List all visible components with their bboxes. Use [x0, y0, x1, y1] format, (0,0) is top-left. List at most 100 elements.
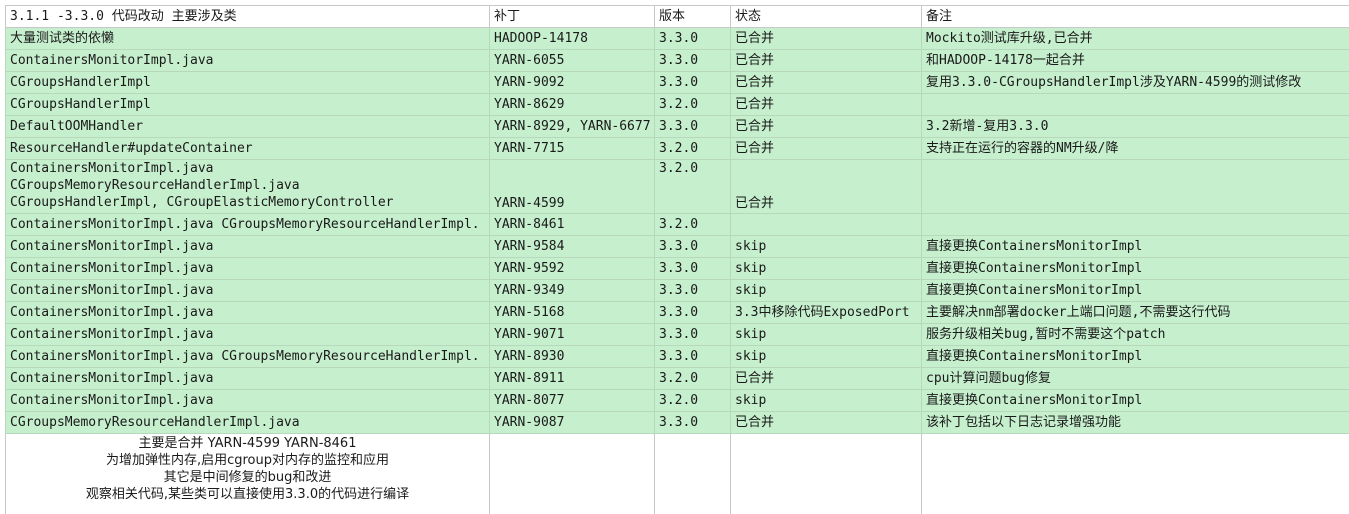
- header-cell-class[interactable]: 3.1.1 -3.3.0 代码改动 主要涉及类: [5, 5, 490, 28]
- cell-note[interactable]: 直接更换ContainersMonitorImpl: [921, 257, 1349, 280]
- cell-status[interactable]: 已合并: [730, 411, 922, 434]
- cell-status[interactable]: 已合并: [730, 115, 922, 138]
- cell-patch[interactable]: YARN-8077: [489, 389, 655, 412]
- cell-class[interactable]: ContainersMonitorImpl.java CGroupsMemory…: [5, 345, 490, 368]
- cell-version[interactable]: 3.3.0: [654, 71, 731, 94]
- cell-status[interactable]: skip: [730, 345, 922, 368]
- table-row: 大量测试类的依懒 HADOOP-14178 3.3.0 已合并 Mockito测…: [5, 27, 1349, 50]
- cell-note[interactable]: [921, 93, 1349, 116]
- cell-status[interactable]: 已合并: [730, 137, 922, 160]
- summary-note-line: 其它是中间修复的bug和改进: [163, 470, 332, 485]
- cell-version[interactable]: 3.3.0: [654, 27, 731, 50]
- cell-note[interactable]: 直接更换ContainersMonitorImpl: [921, 235, 1349, 258]
- cell-class[interactable]: ContainersMonitorImpl.java: [5, 235, 490, 258]
- cell-note[interactable]: 直接更换ContainersMonitorImpl: [921, 345, 1349, 368]
- cell-class[interactable]: ContainersMonitorImpl.java CGroupsMemory…: [5, 213, 490, 236]
- cell-note[interactable]: [921, 213, 1349, 236]
- cell-status[interactable]: skip: [730, 235, 922, 258]
- cell-status[interactable]: [730, 213, 922, 236]
- cell-patch[interactable]: YARN-9071: [489, 323, 655, 346]
- empty-cell[interactable]: [730, 433, 922, 514]
- cell-note[interactable]: Mockito测试库升级,已合并: [921, 27, 1349, 50]
- cell-class[interactable]: ContainersMonitorImpl.java: [5, 323, 490, 346]
- cell-status[interactable]: 已合并: [730, 27, 922, 50]
- cell-version[interactable]: 3.2.0: [654, 213, 731, 236]
- cell-status[interactable]: skip: [730, 257, 922, 280]
- summary-note-cell[interactable]: 主要是合并 YARN-4599 YARN-8461 为增加弹性内存,启用cgro…: [5, 433, 490, 514]
- cell-note[interactable]: cpu计算问题bug修复: [921, 367, 1349, 390]
- empty-cell[interactable]: [654, 433, 731, 514]
- cell-version[interactable]: 3.3.0: [654, 235, 731, 258]
- table-row-yarn-4599: ContainersMonitorImpl.java CGroupsMemory…: [5, 159, 1349, 214]
- cell-version[interactable]: 3.2.0: [654, 389, 731, 412]
- cell-version[interactable]: 3.2.0: [654, 137, 731, 160]
- cell-patch[interactable]: YARN-9584: [489, 235, 655, 258]
- cell-note[interactable]: 复用3.3.0-CGroupsHandlerImpl涉及YARN-4599的测试…: [921, 71, 1349, 94]
- cell-class[interactable]: ContainersMonitorImpl.java: [5, 257, 490, 280]
- cell-patch[interactable]: YARN-8929, YARN-6677: [489, 115, 655, 138]
- cell-patch[interactable]: YARN-6055: [489, 49, 655, 72]
- header-cell-note[interactable]: 备注: [921, 5, 1349, 28]
- cell-status[interactable]: 已合并: [730, 159, 922, 214]
- cell-class[interactable]: ContainersMonitorImpl.java: [5, 389, 490, 412]
- empty-cell[interactable]: [489, 433, 655, 514]
- cell-version[interactable]: 3.2.0: [654, 367, 731, 390]
- cell-class[interactable]: ContainersMonitorImpl.java: [5, 49, 490, 72]
- cell-patch[interactable]: YARN-8629: [489, 93, 655, 116]
- cell-status[interactable]: 3.3中移除代码ExposedPort: [730, 301, 922, 324]
- cell-class-multiline[interactable]: ContainersMonitorImpl.java CGroupsMemory…: [5, 159, 490, 214]
- cell-version[interactable]: 3.3.0: [654, 49, 731, 72]
- cell-note[interactable]: [921, 159, 1349, 214]
- cell-status[interactable]: skip: [730, 323, 922, 346]
- header-cell-version[interactable]: 版本: [654, 5, 731, 28]
- cell-note[interactable]: 直接更换ContainersMonitorImpl: [921, 389, 1349, 412]
- cell-patch[interactable]: YARN-5168: [489, 301, 655, 324]
- cell-class[interactable]: ResourceHandler#updateContainer: [5, 137, 490, 160]
- cell-patch[interactable]: YARN-8930: [489, 345, 655, 368]
- cell-note[interactable]: 支持正在运行的容器的NM升级/降: [921, 137, 1349, 160]
- cell-patch[interactable]: YARN-8911: [489, 367, 655, 390]
- cell-class[interactable]: ContainersMonitorImpl.java: [5, 367, 490, 390]
- header-cell-status[interactable]: 状态: [730, 5, 922, 28]
- cell-status[interactable]: 已合并: [730, 93, 922, 116]
- cell-patch[interactable]: YARN-7715: [489, 137, 655, 160]
- empty-cell[interactable]: [921, 433, 1349, 514]
- cell-note[interactable]: 主要解决nm部署docker上端口问题,不需要这行代码: [921, 301, 1349, 324]
- cell-class[interactable]: ContainersMonitorImpl.java: [5, 301, 490, 324]
- cell-version[interactable]: 3.3.0: [654, 301, 731, 324]
- cell-class[interactable]: CGroupsHandlerImpl: [5, 93, 490, 116]
- cell-note[interactable]: 直接更换ContainersMonitorImpl: [921, 279, 1349, 302]
- cell-patch[interactable]: YARN-8461: [489, 213, 655, 236]
- cell-note[interactable]: 和HADOOP-14178一起合并: [921, 49, 1349, 72]
- table-row: CGroupsHandlerImpl YARN-8629 3.2.0 已合并: [5, 93, 1349, 116]
- cell-class[interactable]: CGroupsMemoryResourceHandlerImpl.java: [5, 411, 490, 434]
- cell-version[interactable]: 3.2.0: [654, 93, 731, 116]
- cell-patch[interactable]: YARN-9087: [489, 411, 655, 434]
- cell-version[interactable]: 3.3.0: [654, 323, 731, 346]
- cell-note[interactable]: 该补丁包括以下日志记录增强功能: [921, 411, 1349, 434]
- cell-version[interactable]: 3.3.0: [654, 345, 731, 368]
- cell-patch[interactable]: YARN-9349: [489, 279, 655, 302]
- cell-status[interactable]: skip: [730, 389, 922, 412]
- cell-version[interactable]: 3.3.0: [654, 279, 731, 302]
- cell-status[interactable]: 已合并: [730, 49, 922, 72]
- cell-status[interactable]: 已合并: [730, 367, 922, 390]
- cell-patch[interactable]: HADOOP-14178: [489, 27, 655, 50]
- header-cell-patch[interactable]: 补丁: [489, 5, 655, 28]
- cell-status[interactable]: skip: [730, 279, 922, 302]
- cell-class[interactable]: DefaultOOMHandler: [5, 115, 490, 138]
- cell-class[interactable]: CGroupsHandlerImpl: [5, 71, 490, 94]
- cell-patch[interactable]: YARN-4599: [489, 159, 655, 214]
- cell-class[interactable]: 大量测试类的依懒: [5, 27, 490, 50]
- cell-patch[interactable]: YARN-9592: [489, 257, 655, 280]
- cell-class[interactable]: ContainersMonitorImpl.java: [5, 279, 490, 302]
- cell-note[interactable]: 3.2新增-复用3.3.0: [921, 115, 1349, 138]
- cell-version[interactable]: 3.3.0: [654, 115, 731, 138]
- cell-version[interactable]: 3.3.0: [654, 257, 731, 280]
- cell-patch[interactable]: YARN-9092: [489, 71, 655, 94]
- cell-version[interactable]: 3.3.0: [654, 411, 731, 434]
- cell-note[interactable]: 服务升级相关bug,暂时不需要这个patch: [921, 323, 1349, 346]
- table-row: ContainersMonitorImpl.java YARN-5168 3.3…: [5, 301, 1349, 324]
- cell-version[interactable]: 3.2.0: [654, 159, 731, 214]
- cell-status[interactable]: 已合并: [730, 71, 922, 94]
